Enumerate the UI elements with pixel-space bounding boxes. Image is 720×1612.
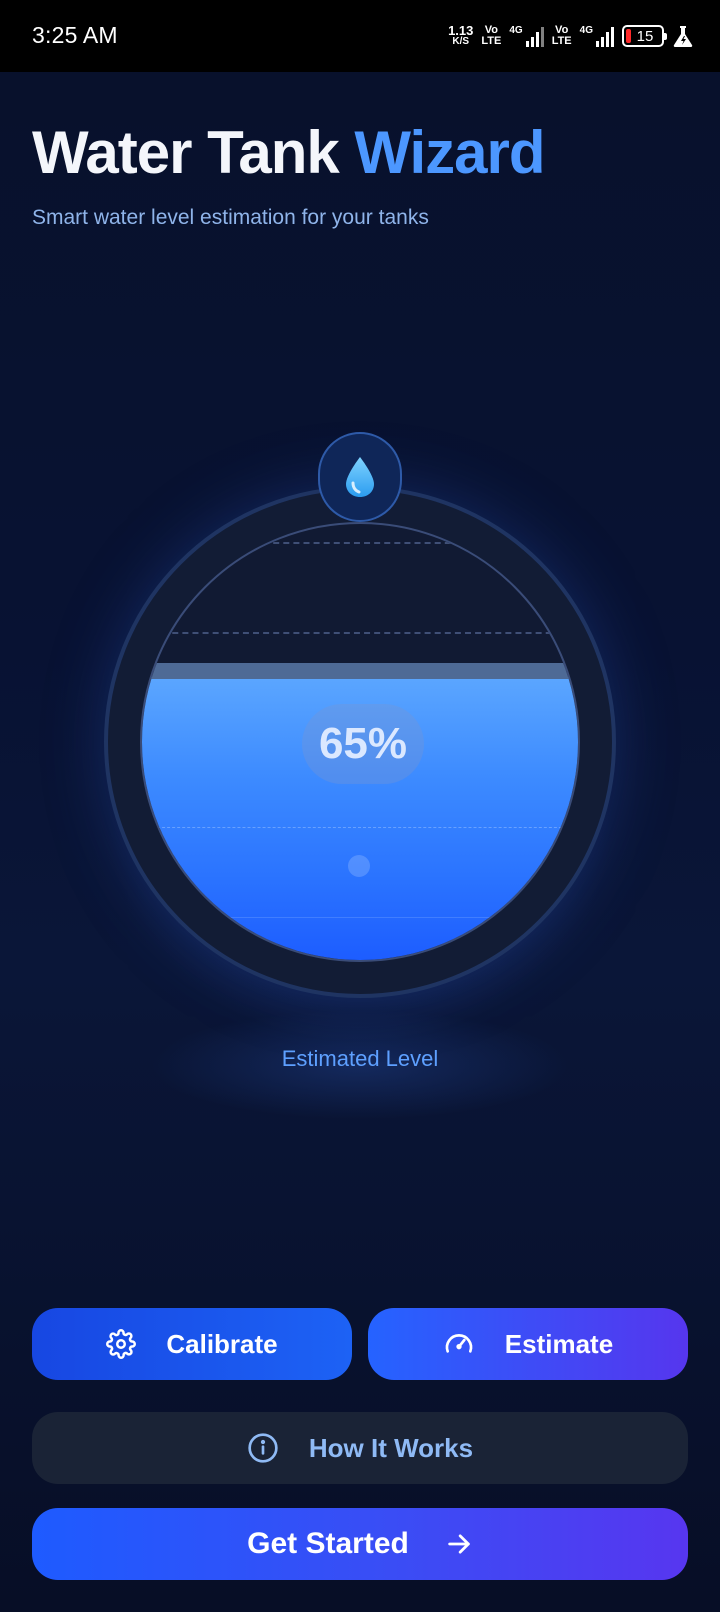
app-subtitle: Smart water level estimation for your ta…	[32, 206, 429, 229]
info-icon	[248, 1433, 278, 1463]
level-marker	[142, 917, 578, 918]
how-it-works-button[interactable]: How It Works	[32, 1412, 688, 1484]
volte-bottom: LTE	[481, 35, 502, 47]
status-bar: 3:25 AM 1.13 K/S Vo LTE 4G Vo LTE 4G 15	[0, 0, 720, 72]
title-main: Water Tank	[32, 119, 340, 186]
level-percent: 65%	[302, 704, 424, 784]
calibrate-label: Calibrate	[166, 1328, 278, 1359]
level-marker	[142, 827, 578, 828]
estimate-label: Estimate	[504, 1328, 614, 1359]
water-drop-icon	[346, 457, 374, 497]
flask-icon	[673, 26, 693, 47]
bubble	[348, 855, 370, 877]
signal-icon: 4G	[509, 25, 544, 47]
water-surface	[142, 663, 578, 679]
app-screen: 3:25 AM 1.13 K/S Vo LTE 4G Vo LTE 4G 15 …	[0, 0, 720, 1612]
net-speed-unit: K/S	[452, 36, 470, 47]
volte-icon: Vo LTE	[481, 25, 501, 47]
level-marker	[142, 632, 578, 634]
battery-icon: 15	[622, 25, 667, 47]
network-speed: 1.13 K/S	[448, 23, 474, 47]
gear-icon	[106, 1329, 137, 1359]
tank-gauge: 65%	[140, 522, 580, 962]
signal-icon: 4G	[580, 25, 614, 47]
battery-level: 15	[636, 27, 654, 45]
estimate-button[interactable]: Estimate	[368, 1308, 688, 1380]
estimated-level-label: Estimated Level	[281, 1046, 439, 1071]
calibrate-button[interactable]: Calibrate	[32, 1308, 352, 1380]
level-marker	[142, 542, 578, 544]
arrow-right-icon	[448, 1534, 470, 1554]
drop-badge	[318, 432, 402, 522]
get-started-button[interactable]: Get Started	[32, 1508, 688, 1580]
volte-icon: Vo LTE	[552, 25, 572, 47]
status-icons: 1.13 K/S Vo LTE 4G Vo LTE 4G 15	[448, 20, 694, 52]
speedometer-icon	[445, 1334, 473, 1353]
volte-bottom: LTE	[551, 35, 572, 47]
how-it-works-label: How It Works	[308, 1432, 474, 1463]
net-speed-value: 1.13	[448, 23, 474, 38]
status-time: 3:25 AM	[32, 22, 118, 48]
network-type-label: 4G	[579, 25, 593, 36]
network-type-label: 4G	[509, 25, 523, 36]
app-title: Water Tank Wizard	[32, 118, 546, 187]
title-accent: Wizard	[354, 119, 545, 186]
get-started-label: Get Started	[247, 1527, 409, 1560]
